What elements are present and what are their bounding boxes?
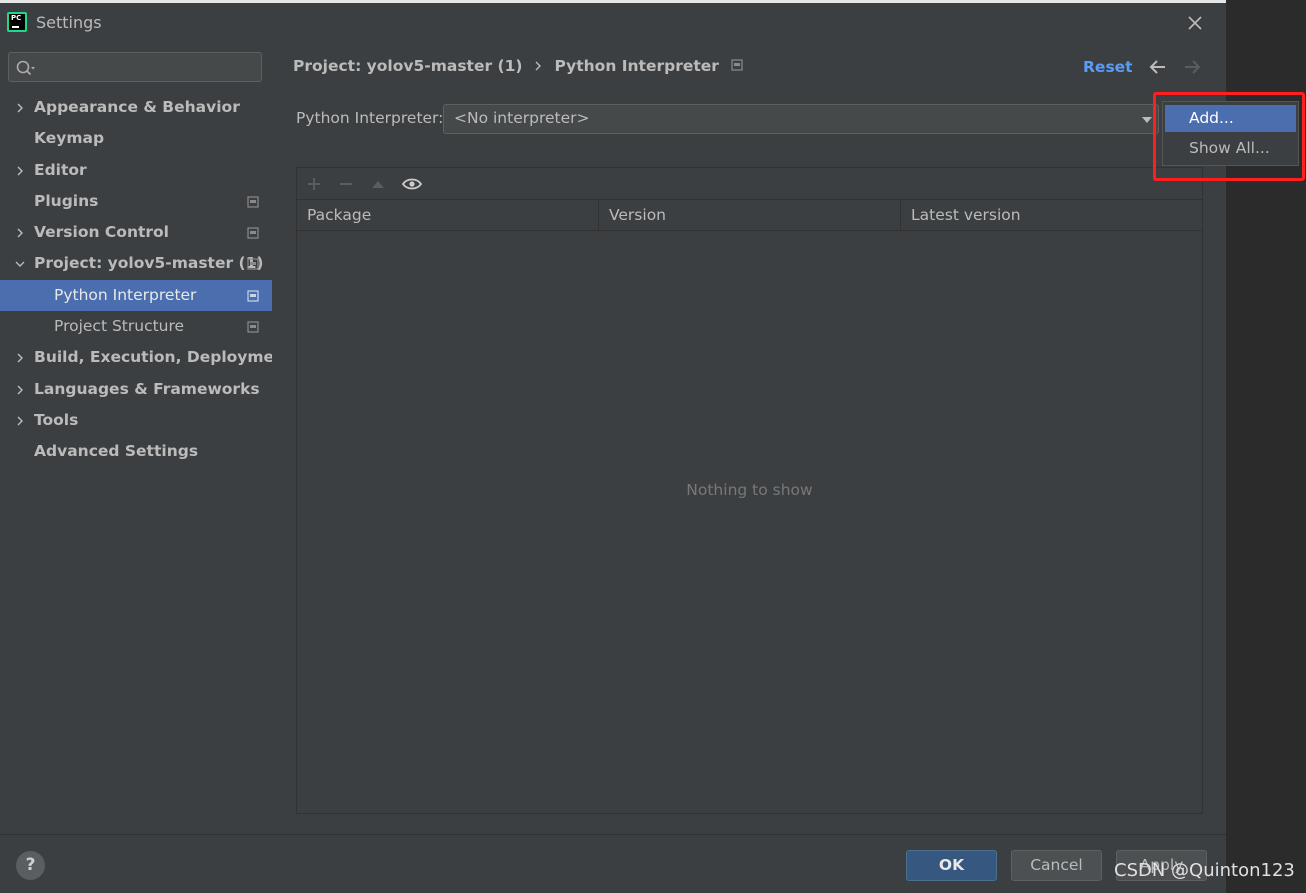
sidebar-item-keymap[interactable]: Keymap [0, 123, 272, 154]
empty-state-text: Nothing to show [686, 481, 813, 499]
sidebar-item-label: Keymap [34, 129, 105, 148]
search-icon [16, 60, 35, 76]
chevron-right-icon[interactable] [14, 102, 26, 114]
sidebar-item-tools[interactable]: Tools [0, 405, 272, 436]
dialog-footer: ? OK Cancel Apply [0, 834, 1226, 893]
project-settings-icon [247, 227, 259, 239]
packages-toolbar [297, 168, 1202, 200]
sidebar-item-python-interpreter[interactable]: Python Interpreter [0, 279, 272, 312]
sidebar-item-label: Advanced Settings [34, 442, 199, 461]
project-settings-icon [247, 196, 259, 208]
settings-dialog: PC Settings Appearance & Behavior Keymap [0, 0, 1226, 893]
column-version[interactable]: Version [599, 200, 901, 231]
sidebar-item-label: Editor [34, 160, 87, 179]
sidebar-item-editor[interactable]: Editor [0, 155, 272, 186]
project-settings-icon [731, 59, 743, 71]
add-package-icon[interactable] [306, 176, 322, 192]
packages-list: Nothing to show [297, 231, 1202, 813]
sidebar-item-plugins[interactable]: Plugins [0, 186, 272, 217]
remove-package-icon[interactable] [338, 176, 354, 192]
settings-content: Project: yolov5-master (1) Python Interpr… [272, 40, 1226, 834]
column-latest-version[interactable]: Latest version [901, 200, 1202, 231]
eye-icon[interactable] [402, 176, 422, 192]
chevron-right-icon[interactable] [14, 384, 26, 396]
sidebar-item-languages-frameworks[interactable]: Languages & Frameworks [0, 374, 272, 405]
help-icon[interactable]: ? [16, 851, 45, 880]
sidebar-item-label: Build, Execution, Deployment [34, 348, 293, 367]
sidebar-item-project[interactable]: Project: yolov5-master (1) [0, 248, 272, 279]
sidebar-item-label: Languages & Frameworks [34, 379, 260, 398]
sidebar-item-label: Python Interpreter [54, 285, 197, 304]
sidebar-item-project-structure[interactable]: Project Structure [0, 311, 272, 342]
chevron-right-icon [535, 61, 542, 71]
breadcrumb-parent[interactable]: Project: yolov5-master (1) [293, 57, 522, 75]
window-title: Settings [36, 13, 102, 32]
sidebar-item-build-execution-deployment[interactable]: Build, Execution, Deployment [0, 342, 293, 373]
chevron-right-icon[interactable] [14, 227, 26, 239]
sidebar-item-label: Plugins [34, 191, 99, 210]
sidebar-item-label: Project Structure [54, 317, 185, 336]
settings-search-input[interactable] [8, 52, 262, 82]
title-bar: PC Settings [0, 0, 1226, 40]
interpreter-select[interactable]: <No interpreter> [443, 104, 1159, 134]
chevron-right-icon[interactable] [14, 165, 26, 177]
sidebar-item-version-control[interactable]: Version Control [0, 217, 272, 248]
menu-item-add[interactable]: Add... [1165, 105, 1296, 132]
sidebar-item-label: Version Control [34, 223, 169, 242]
back-arrow-icon[interactable] [1148, 57, 1168, 77]
interpreter-popup-menu: Add... Show All... [1162, 101, 1299, 166]
project-settings-icon [247, 321, 259, 333]
chevron-right-icon[interactable] [14, 415, 26, 427]
forward-arrow-icon [1185, 60, 1201, 74]
settings-sidebar: Appearance & Behavior Keymap Editor Plug… [0, 40, 293, 834]
chevron-right-icon[interactable] [14, 352, 26, 364]
settings-tree: Appearance & Behavior Keymap Editor Plug… [0, 92, 293, 468]
interpreter-select-value: <No interpreter> [454, 109, 590, 127]
sidebar-item-label: Tools [34, 410, 79, 429]
chevron-down-icon[interactable] [14, 258, 26, 270]
sidebar-item-appearance-behavior[interactable]: Appearance & Behavior [0, 92, 272, 123]
reset-link[interactable]: Reset [1083, 58, 1133, 76]
close-icon[interactable] [1183, 11, 1207, 35]
packages-table: Package Version Latest version Nothing t… [296, 167, 1203, 814]
sidebar-item-advanced-settings[interactable]: Advanced Settings [0, 436, 272, 467]
breadcrumb: Project: yolov5-master (1) Python Interpr… [293, 57, 743, 75]
project-settings-icon [247, 258, 259, 271]
interpreter-label: Python Interpreter: [296, 109, 444, 127]
menu-item-show-all[interactable]: Show All... [1165, 135, 1296, 162]
column-package[interactable]: Package [297, 200, 599, 231]
upgrade-package-icon[interactable] [370, 176, 386, 192]
cancel-button[interactable]: Cancel [1011, 850, 1102, 881]
sidebar-item-label: Project: yolov5-master (1) [34, 254, 264, 273]
project-settings-icon [247, 290, 259, 302]
watermark: CSDN @Quinton123 [1114, 860, 1295, 881]
pycharm-logo-icon: PC [7, 12, 27, 32]
sidebar-item-label: Appearance & Behavior [34, 98, 240, 116]
dropdown-arrow-icon[interactable] [1141, 115, 1153, 125]
packages-header: Package Version Latest version [297, 200, 1202, 231]
ok-button[interactable]: OK [906, 850, 997, 881]
breadcrumb-current: Python Interpreter [554, 57, 719, 75]
